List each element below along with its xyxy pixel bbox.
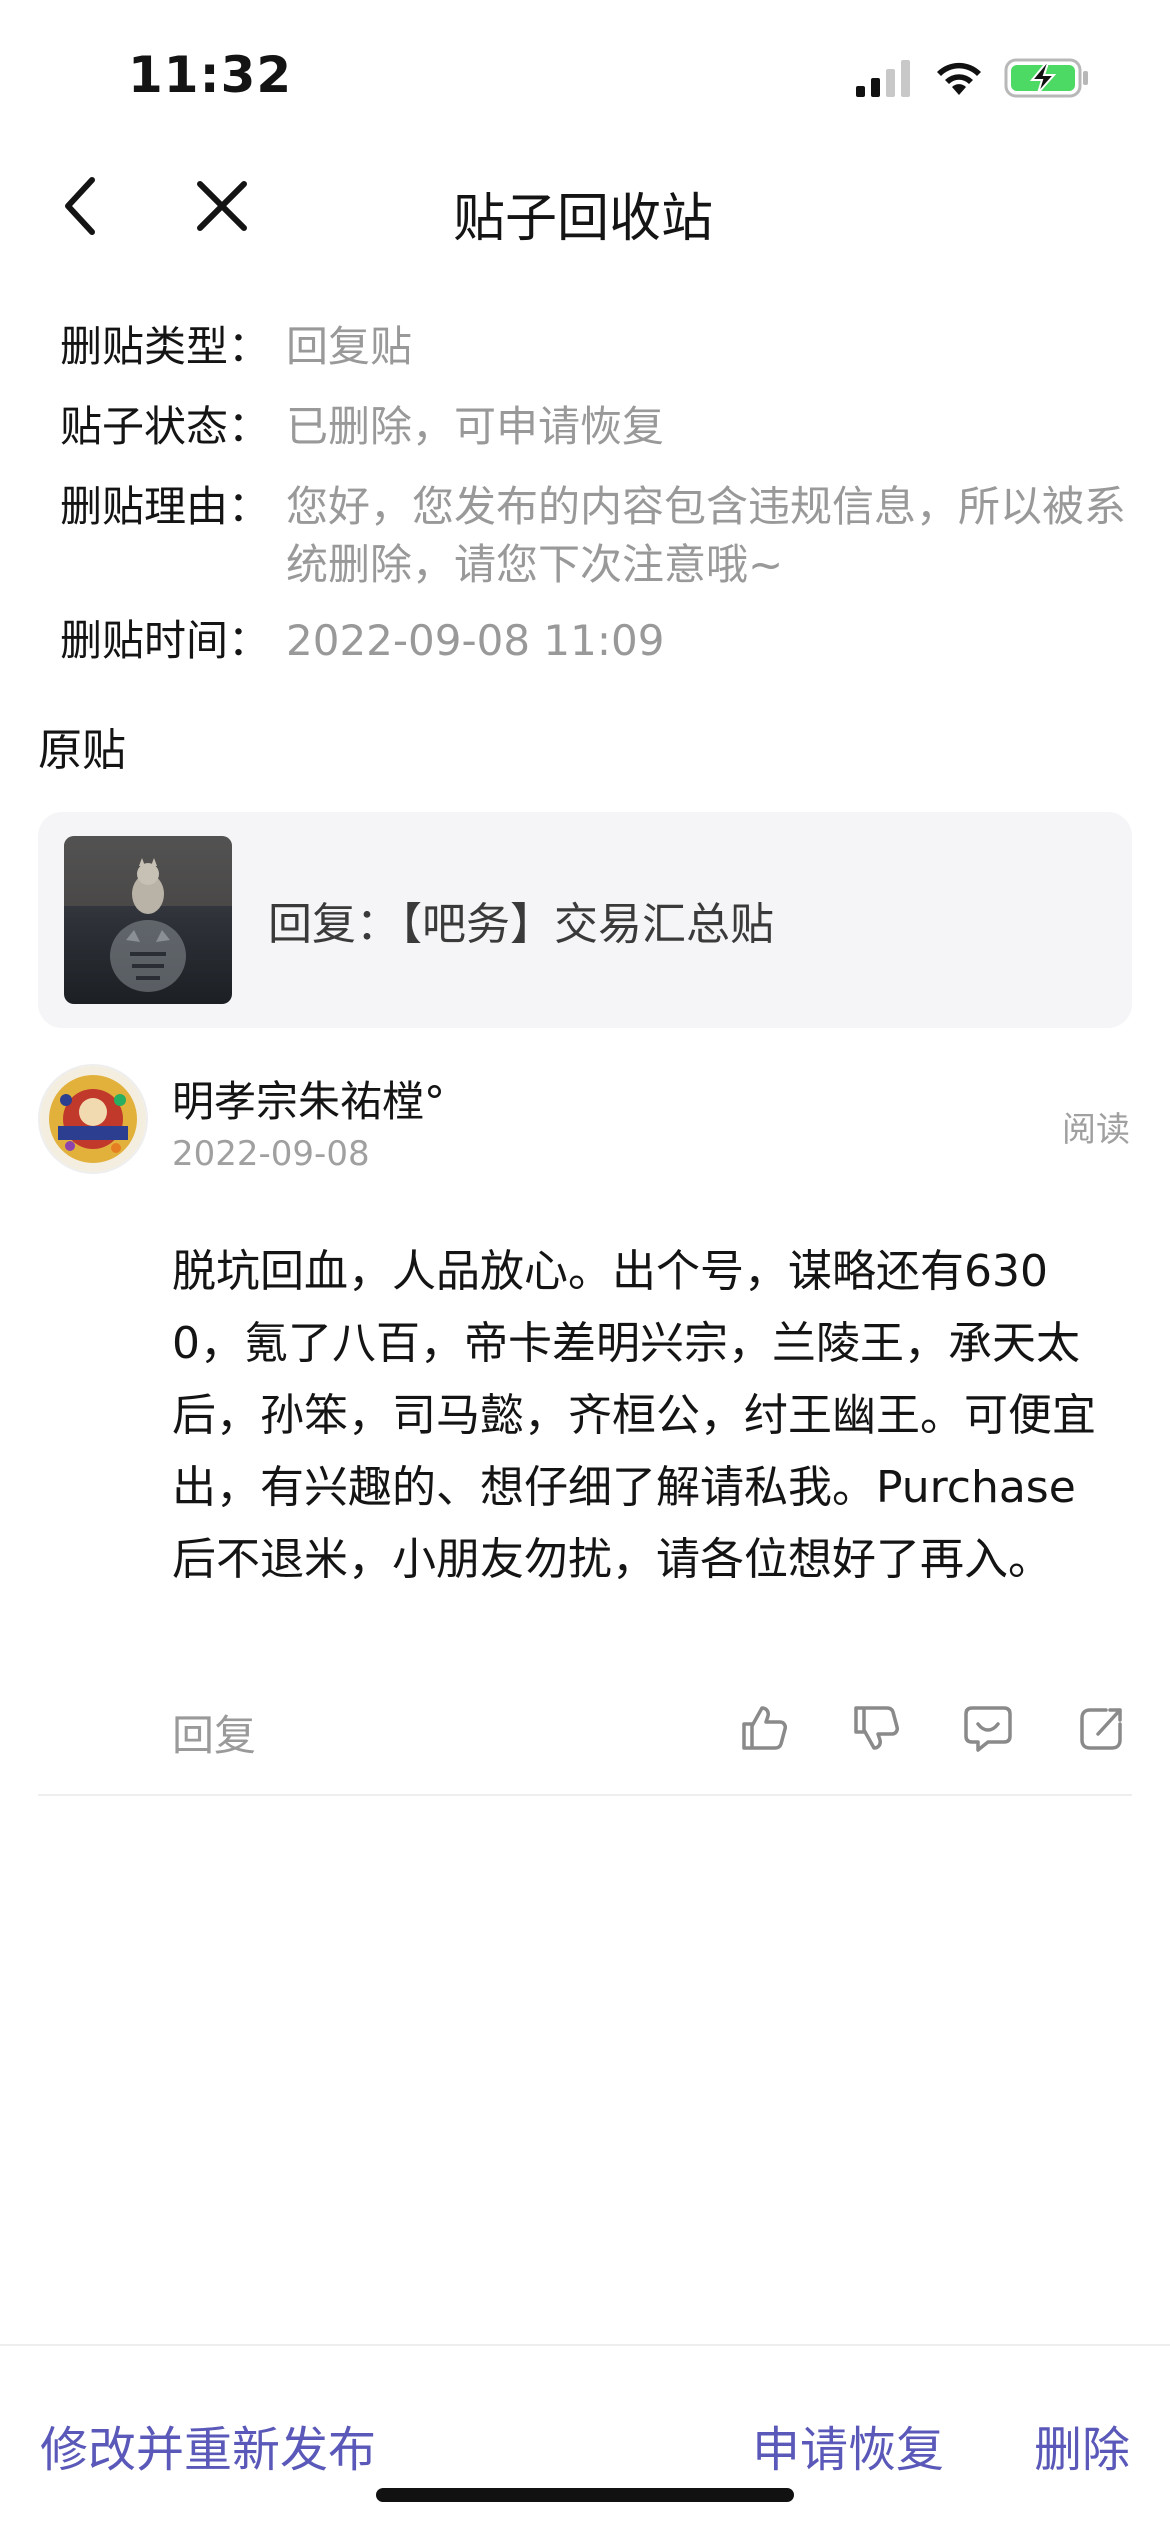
bottom-bar-divider <box>0 2344 1170 2346</box>
info-value: 2022-09-08 11:09 <box>286 616 665 665</box>
share-icon[interactable] <box>1076 1702 1128 1754</box>
info-key: 贴子状态： <box>60 402 271 451</box>
info-key: 删贴类型： <box>60 322 271 371</box>
status-icons <box>854 54 1090 102</box>
original-post-title: 回复：【吧务】交易汇总贴 <box>268 899 774 950</box>
nav-bar: 贴子回收站 <box>0 150 1170 260</box>
recycle-bin-page: 11:32 贴子回收站 删贴类型： 回复贴 贴子状态： 已删除，可申请恢复 删贴… <box>0 0 1170 2532</box>
original-post-card[interactable]: 回复：【吧务】交易汇总贴 <box>38 812 1132 1028</box>
info-value: 您好，您发布的内容包含违规信息，所以被系统删除，请您下次注意哦~ <box>286 482 1127 589</box>
page-title: 贴子回收站 <box>452 189 713 249</box>
wifi-icon <box>937 62 981 95</box>
reply-button[interactable]: 回复 <box>172 1702 256 1763</box>
post-date: 2022-09-08 <box>172 1134 370 1174</box>
post-actions: 回复 <box>172 1698 1130 1760</box>
info-row-reason: 删贴理由： 您好，您发布的内容包含违规信息，所以被系统删除，请您下次注意哦~ <box>60 478 1140 594</box>
info-key: 删贴时间： <box>60 616 271 665</box>
original-post-thumbnail <box>64 836 232 1004</box>
divider <box>38 1794 1132 1796</box>
avatar[interactable] <box>38 1064 148 1174</box>
status-bar: 11:32 <box>0 0 1170 150</box>
home-indicator[interactable] <box>376 2488 794 2502</box>
comment-icon[interactable] <box>962 1702 1014 1754</box>
info-row-type: 删贴类型： 回复贴 <box>60 318 1140 376</box>
read-button[interactable]: 阅读 <box>1062 1102 1130 1151</box>
delete-button[interactable]: 删除 <box>1034 2410 1130 2480</box>
info-key: 删贴理由： <box>60 482 271 531</box>
edit-republish-button[interactable]: 修改并重新发布 <box>40 2410 376 2480</box>
info-row-time: 删贴时间： 2022-09-08 11:09 <box>60 612 1140 670</box>
request-restore-button[interactable]: 申请恢复 <box>752 2410 944 2480</box>
post-body: 脱坑回血，人品放心。出个号，谋略还有6300，氪了八百，帝卡差明兴宗，兰陵王，承… <box>172 1246 1096 1585</box>
thumbs-up-icon[interactable] <box>738 1702 790 1754</box>
thumbs-down-icon[interactable] <box>850 1702 902 1754</box>
info-row-status: 贴子状态： 已删除，可申请恢复 <box>60 398 1140 456</box>
deletion-info: 删贴类型： 回复贴 贴子状态： 已删除，可申请恢复 删贴理由： 您好，您发布的内… <box>60 318 1140 692</box>
battery-charging-icon <box>1004 58 1088 98</box>
info-value: 已删除，可申请恢复 <box>286 402 665 451</box>
status-time: 11:32 <box>128 46 293 104</box>
original-post-label: 原贴 <box>38 725 126 776</box>
post-author[interactable]: 明孝宗朱祐樘° <box>172 1068 445 1129</box>
cellular-signal-icon <box>856 60 910 97</box>
info-value: 回复贴 <box>286 322 413 371</box>
